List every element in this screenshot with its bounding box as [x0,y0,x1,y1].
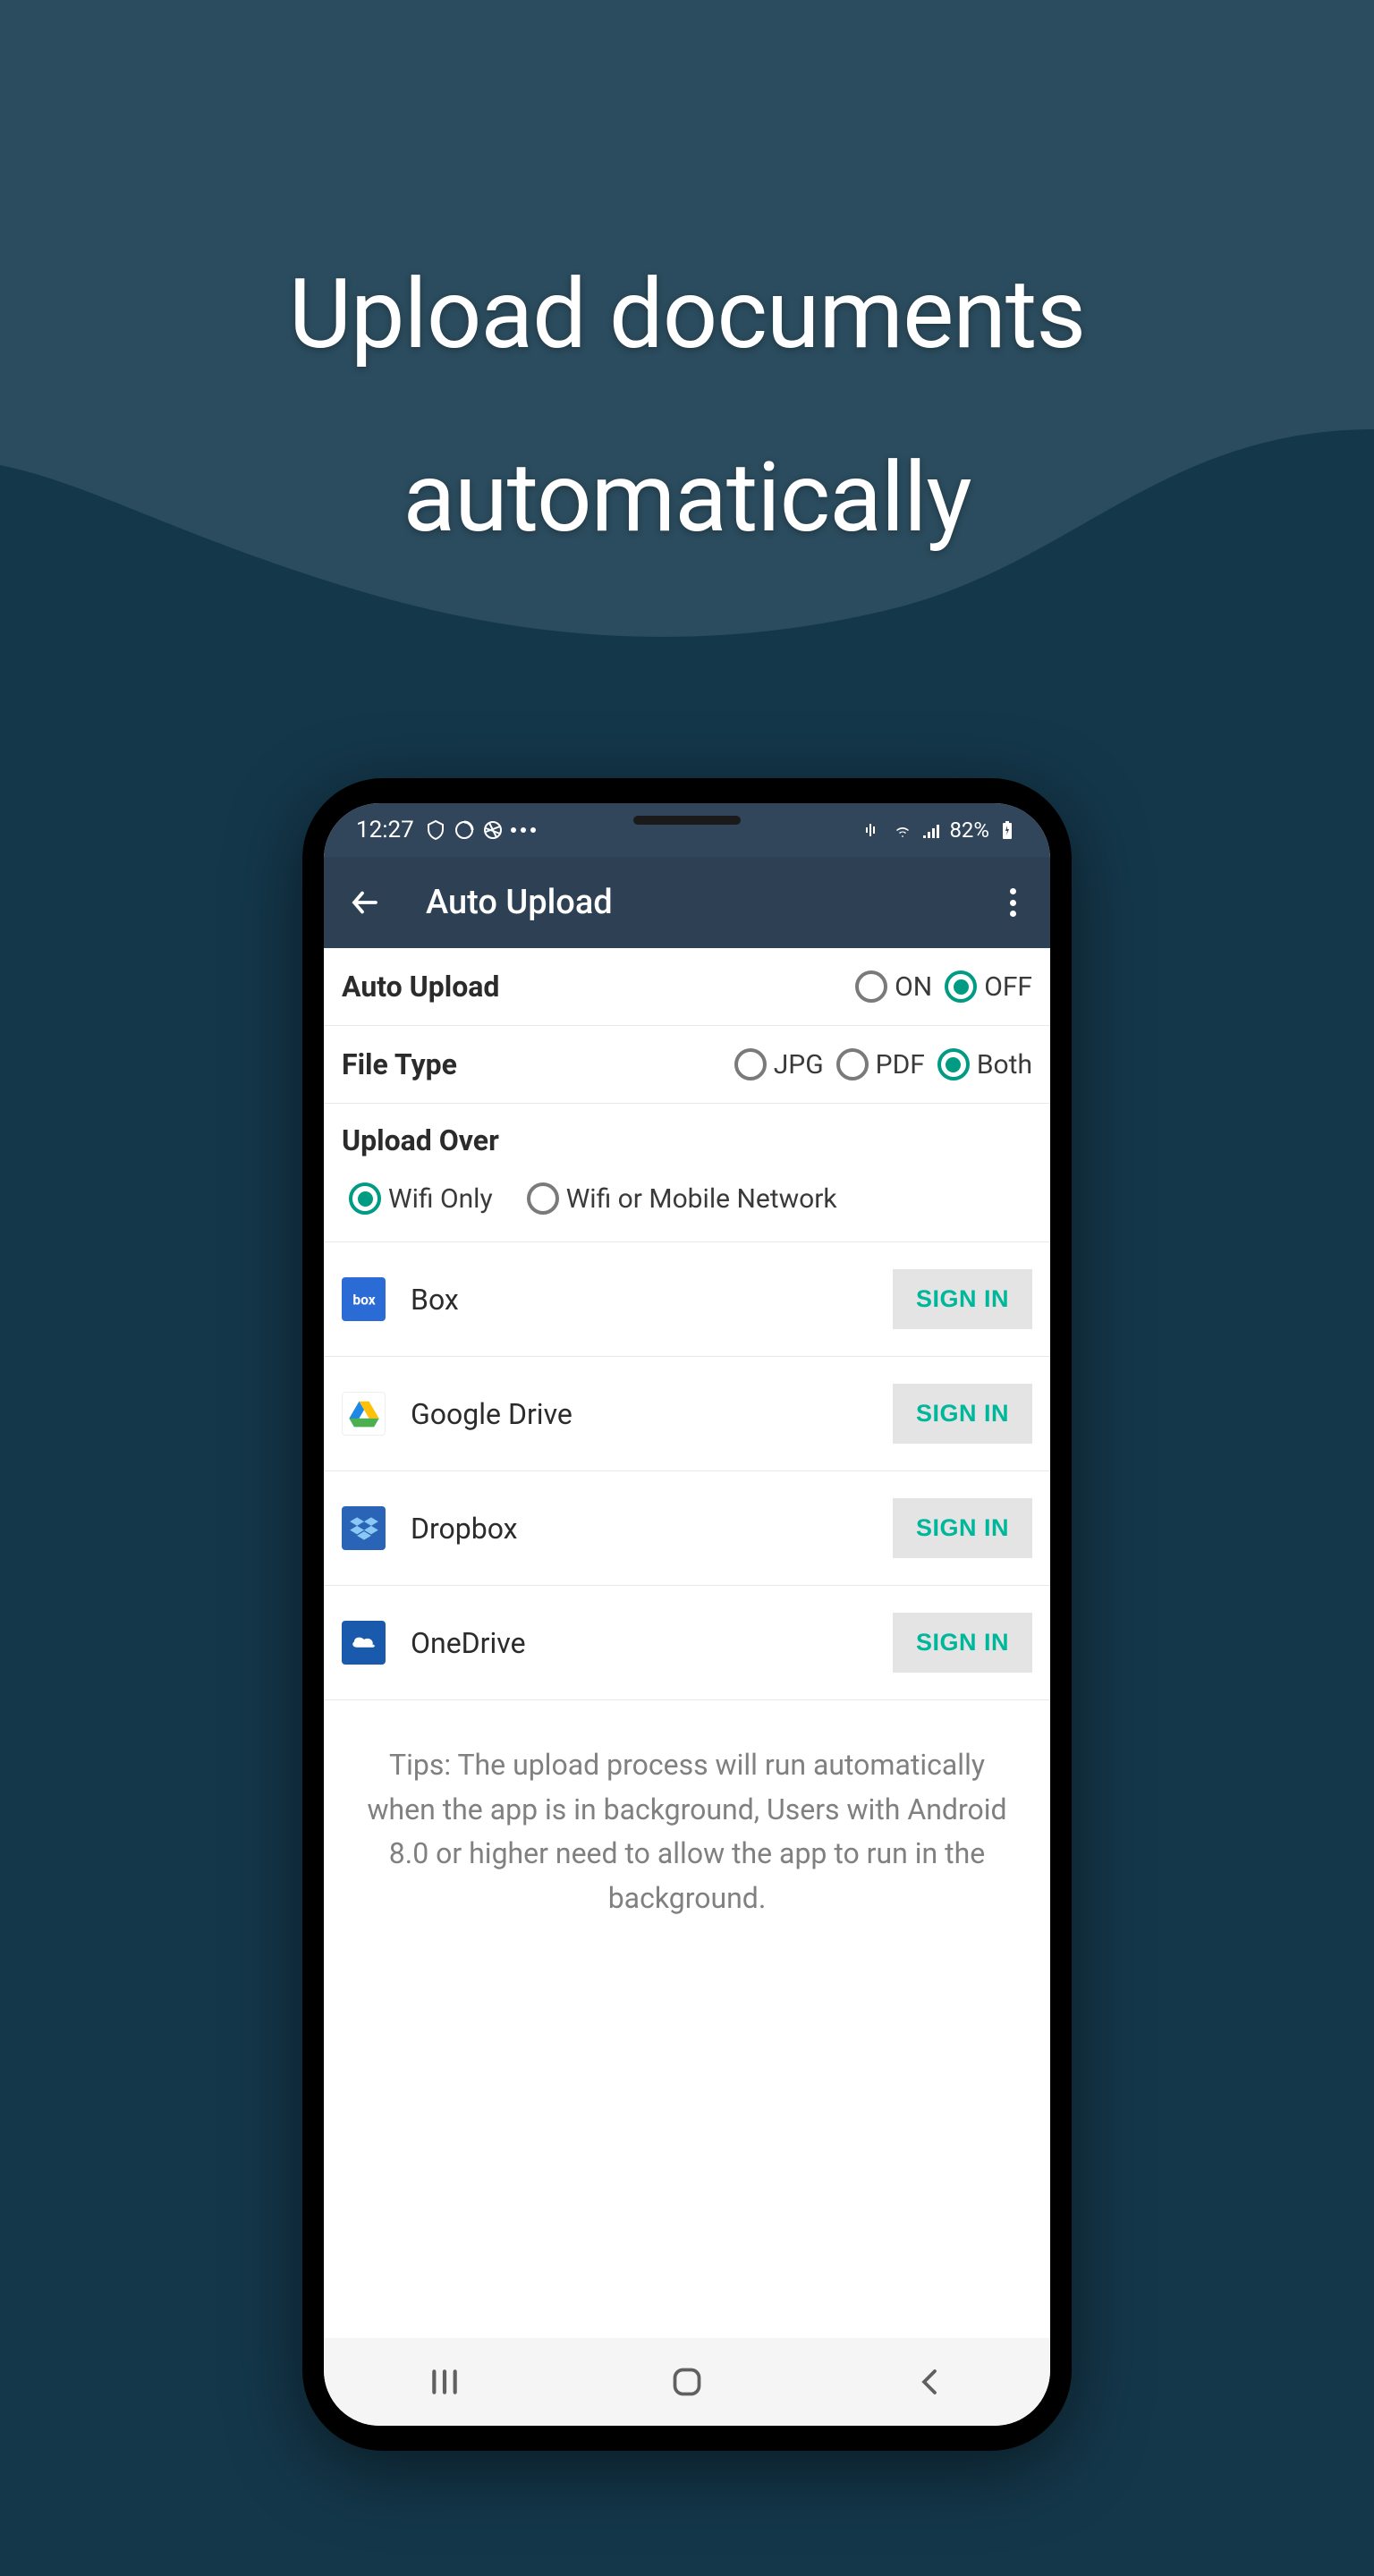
aperture-icon [482,819,504,841]
radio-circle [734,1048,767,1080]
nav-recent-icon[interactable] [424,2361,465,2402]
auto-upload-radios: ON OFF [855,970,1032,1003]
circle-arc-icon [454,819,475,841]
service-dropbox: Dropbox SIGN IN [324,1471,1050,1586]
more-menu-icon[interactable] [1002,885,1023,920]
app-title: Auto Upload [426,883,613,922]
content-area: Auto Upload ON OFF File Type [324,948,1050,2338]
onedrive-icon [342,1621,386,1665]
radio-pdf[interactable]: PDF [836,1048,925,1080]
marketing-headline: Upload documents automatically [0,224,1374,590]
phone-speaker [633,816,741,825]
radio-on[interactable]: ON [855,970,932,1003]
radio-circle [855,970,887,1003]
google-drive-icon [342,1392,386,1436]
nav-bar [324,2338,1050,2426]
vibrate-icon [863,819,885,841]
radio-label: JPG [774,1049,824,1080]
upload-over-radios: Wifi Only Wifi or Mobile Network [342,1182,1032,1215]
radio-circle [836,1048,869,1080]
battery-icon [997,819,1018,841]
status-right: 82% [863,818,1018,843]
radio-both[interactable]: Both [937,1048,1032,1080]
svg-text:box: box [352,1292,375,1308]
signin-button-box[interactable]: SIGN IN [893,1269,1032,1329]
radio-label: OFF [984,971,1032,1003]
signal-icon [920,819,942,841]
nav-back-icon[interactable] [909,2361,950,2402]
status-left: 12:27 [356,817,536,843]
file-type-radios: JPG PDF Both [734,1048,1032,1080]
service-box: box Box SIGN IN [324,1242,1050,1357]
shield-icon [425,819,446,841]
signin-button-dropbox[interactable]: SIGN IN [893,1498,1032,1558]
service-name: Box [411,1283,459,1317]
file-type-label: File Type [342,1047,457,1081]
radio-circle [349,1182,381,1215]
setting-upload-over: Upload Over Wifi Only Wifi or Mobile Net… [324,1104,1050,1242]
radio-label: Wifi or Mobile Network [566,1183,837,1215]
service-name: Google Drive [411,1397,572,1431]
radio-label: PDF [876,1049,925,1080]
radio-jpg[interactable]: JPG [734,1048,824,1080]
radio-wifi-or-mobile[interactable]: Wifi or Mobile Network [527,1182,837,1215]
battery-percent: 82% [949,818,989,843]
service-onedrive: OneDrive SIGN IN [324,1586,1050,1700]
app-bar: Auto Upload [324,857,1050,948]
signin-button-onedrive[interactable]: SIGN IN [893,1613,1032,1673]
signin-button-gdrive[interactable]: SIGN IN [893,1384,1032,1444]
box-icon: box [342,1277,386,1321]
setting-file-type: File Type JPG PDF Both [324,1026,1050,1104]
upload-over-label: Upload Over [342,1123,1032,1157]
tips-text: Tips: The upload process will run automa… [324,1700,1050,1963]
radio-off[interactable]: OFF [945,970,1032,1003]
dropbox-icon [342,1506,386,1550]
radio-circle [527,1182,559,1215]
radio-label: Both [977,1049,1032,1080]
service-google-drive: Google Drive SIGN IN [324,1357,1050,1471]
service-name: Dropbox [411,1512,518,1546]
service-name: OneDrive [411,1626,526,1660]
nav-home-icon[interactable] [666,2361,708,2402]
radio-circle [945,970,977,1003]
radio-label: ON [895,971,932,1003]
wifi-icon [892,819,913,841]
radio-circle [937,1048,970,1080]
status-bar: 12:27 82% [324,803,1050,857]
setting-auto-upload: Auto Upload ON OFF [324,948,1050,1026]
more-dots-icon [511,827,536,833]
phone-frame: 12:27 82% Auto Upload [302,778,1072,2451]
radio-wifi-only[interactable]: Wifi Only [349,1182,493,1215]
status-time: 12:27 [356,817,414,843]
auto-upload-label: Auto Upload [342,970,499,1004]
back-arrow-icon[interactable] [349,886,381,919]
radio-label: Wifi Only [388,1183,493,1215]
phone-screen: 12:27 82% Auto Upload [324,803,1050,2426]
status-app-icons [425,819,536,841]
